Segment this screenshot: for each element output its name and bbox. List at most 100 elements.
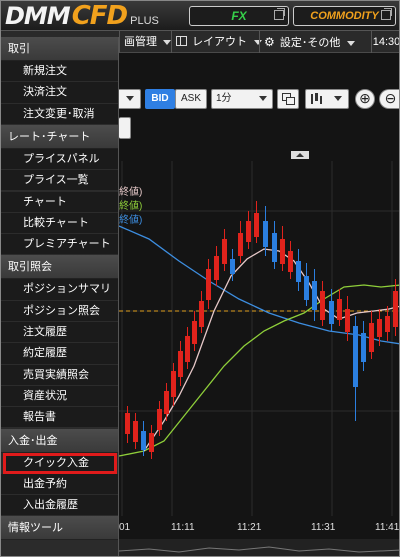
candle-body	[133, 421, 138, 442]
sidebar-item[interactable]: 売買実績照会	[1, 364, 118, 386]
legend-entry: 終値)	[119, 199, 142, 212]
settings-menu[interactable]: ⚙ 設定･その他	[259, 31, 369, 53]
candle-body	[377, 319, 382, 337]
logo-cfd: CFD	[71, 1, 128, 31]
candle-body	[222, 239, 227, 264]
legend-entry: 終値)	[119, 213, 142, 226]
settings-label: 設定･その他	[279, 37, 341, 49]
commodity-product-button[interactable]: COMMODITY	[293, 6, 396, 26]
candle-icon-bar	[315, 93, 318, 101]
candle-body	[304, 276, 309, 300]
chart-canvas: 終値)終値)終値)01 11:11 11:21 11:31 11:41	[119, 151, 400, 556]
candle-body	[272, 233, 277, 262]
x-axis-tick-label: 01	[119, 522, 131, 533]
candle-body	[353, 326, 358, 387]
sidebar-item[interactable]: ポジションサマリ	[1, 279, 118, 301]
candle-body	[141, 431, 146, 450]
layout-icon	[176, 36, 187, 46]
interval-select[interactable]: 1分	[211, 89, 273, 109]
chart-manage-menu[interactable]: 画管理	[119, 31, 172, 53]
candle-body	[345, 309, 350, 332]
candle-body	[312, 281, 317, 310]
candle-body	[157, 409, 162, 430]
candle-body	[296, 261, 301, 282]
logo-main: DMM	[5, 2, 71, 30]
candle-body	[149, 433, 154, 452]
sidebar-section-header[interactable]: 取引	[1, 37, 118, 61]
candle-body	[164, 391, 169, 414]
candle-body	[199, 301, 204, 327]
sidebar-item[interactable]: 注文変更･取消	[1, 103, 118, 125]
sidebar-item[interactable]: 新規注文	[1, 61, 118, 83]
sidebar-item[interactable]: ポジション照会	[1, 300, 118, 322]
sidebar-item[interactable]: 入出金履歴	[1, 495, 118, 517]
sidebar-item[interactable]: クイック入金	[3, 452, 117, 474]
chevron-down-icon	[126, 96, 134, 101]
sidebar-item[interactable]: 約定履歴	[1, 343, 118, 365]
external-window-icon	[381, 8, 392, 20]
small-input-box[interactable]	[119, 117, 131, 139]
bid-toggle[interactable]: BID	[145, 89, 175, 109]
candle-body	[385, 316, 390, 332]
candle-body	[178, 351, 183, 377]
candle-body	[320, 291, 325, 320]
candle-body	[337, 299, 342, 320]
candle-body	[192, 321, 197, 344]
candle-body	[185, 336, 190, 362]
app-logo: DMM CFD PLUS	[5, 2, 159, 30]
copy-chart-button[interactable]	[277, 89, 299, 109]
candle-body	[361, 333, 366, 362]
interval-value: 1分	[216, 93, 232, 104]
external-window-icon	[274, 8, 285, 20]
sidebar-item[interactable]: 報告書	[1, 407, 118, 429]
sidebar-item[interactable]: チャート	[1, 191, 118, 213]
candle-body	[369, 323, 374, 352]
sidebar-item[interactable]: 資産状況	[1, 385, 118, 408]
chart-manage-label: 画管理	[124, 36, 157, 48]
candle-body	[214, 256, 219, 280]
x-axis-tick-label: 11:11	[171, 522, 195, 533]
chart-toolbar: BID ASK 1分 ⊕ ⊖	[119, 83, 399, 139]
zoom-in-button[interactable]: ⊕	[355, 89, 375, 109]
candle-body	[329, 301, 334, 324]
candle-body	[171, 371, 176, 397]
chart-type-select[interactable]	[305, 89, 349, 109]
sidebar-item[interactable]: 注文履歴	[1, 322, 118, 344]
candle-body	[238, 233, 243, 256]
candle-icon-bar2	[320, 96, 322, 104]
x-axis-tick-label: 11:41	[375, 522, 400, 533]
sidebar-item[interactable]: 決済注文	[1, 82, 118, 104]
sidebar-item[interactable]: プライス一覧	[1, 170, 118, 192]
chevron-down-icon	[259, 96, 267, 101]
price-chart[interactable]: 終値) 終値) 終値) 01 11:11 11:21 11:31 11:41	[119, 151, 400, 556]
chevron-down-icon	[163, 40, 172, 45]
sidebar-item[interactable]: 出金予約	[1, 473, 118, 496]
sidebar-section-header[interactable]: 情報ツール	[1, 516, 118, 541]
candle-body	[393, 291, 398, 327]
candle-icon	[311, 94, 313, 104]
candle-body	[230, 259, 235, 274]
fx-product-button[interactable]: FX	[189, 6, 289, 26]
ask-toggle[interactable]: ASK	[175, 89, 207, 109]
symbol-dropdown[interactable]	[119, 89, 141, 109]
sidebar-item[interactable]: プライスパネル	[1, 148, 118, 171]
plus-icon: ⊕	[359, 90, 371, 106]
chevron-down-icon	[347, 41, 356, 46]
copy-icon-front	[286, 97, 295, 105]
candle-body	[125, 413, 130, 434]
zoom-out-button[interactable]: ⊖	[379, 89, 399, 109]
sidebar-item[interactable]: 比較チャート	[1, 212, 118, 235]
candle-body	[206, 269, 211, 300]
x-axis-tick-label: 11:21	[237, 522, 262, 533]
sidebar-section-header[interactable]: 取引照会	[1, 255, 118, 280]
layout-label: レイアウト	[192, 36, 248, 48]
x-axis-tick-label: 11:31	[311, 522, 336, 533]
candle-body	[263, 221, 268, 247]
gear-icon: ⚙	[264, 35, 275, 49]
layout-menu[interactable]: レイアウト	[171, 31, 263, 53]
sidebar-section-header[interactable]: レート･チャート	[1, 124, 118, 149]
minus-icon: ⊖	[384, 90, 397, 106]
sidebar-section-header[interactable]: 入金･出金	[1, 428, 118, 453]
candle-body	[246, 221, 251, 242]
sidebar-item[interactable]: プレミアチャート	[1, 234, 118, 256]
